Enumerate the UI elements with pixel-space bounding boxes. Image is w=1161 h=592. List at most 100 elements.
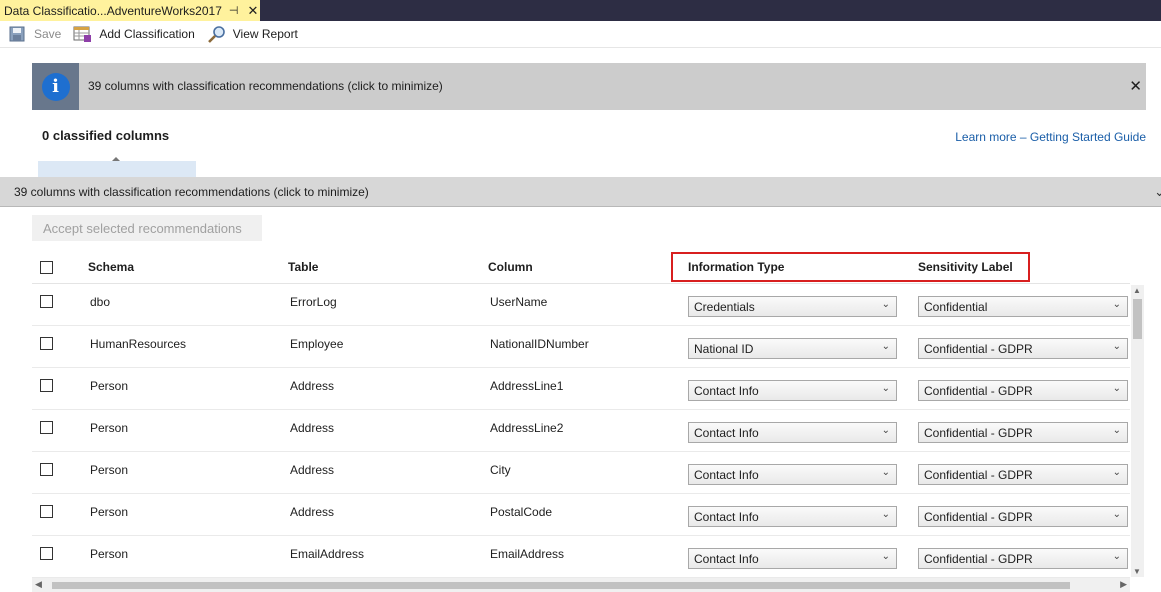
chevron-down-icon: ⌄ [1112,383,1121,394]
pin-icon[interactable]: ⊣ [229,4,239,17]
table-row: Person Address PostalCode Contact Info ⌄ … [32,494,1130,536]
row-checkbox[interactable] [40,337,53,350]
horizontal-scrollbar[interactable]: ◀ ▶ [32,578,1130,592]
document-tab[interactable]: Data Classificatio...AdventureWorks2017 … [0,0,260,21]
table-row: HumanResources Employee NationalIDNumber… [32,326,1130,368]
close-icon[interactable]: ✕ [247,3,258,19]
chevron-down-icon: ⌄ [881,425,890,436]
cell-table: Employee [290,337,344,351]
chevron-down-icon: ⌄ [881,299,890,310]
chevron-down-icon: ⌄ [1112,467,1121,478]
sensitivity-label-dropdown[interactable]: Confidential - GDPR ⌄ [918,464,1128,485]
scroll-up-icon[interactable]: ▲ [1133,286,1141,295]
row-checkbox[interactable] [40,463,53,476]
information-type-dropdown[interactable]: Contact Info ⌄ [688,422,897,443]
sensitivity-label-value: Confidential - GDPR [924,552,1033,566]
information-type-dropdown[interactable]: Credentials ⌄ [688,296,897,317]
table-row: dbo ErrorLog UserName Credentials ⌄ Confi… [32,284,1130,326]
sensitivity-label-value: Confidential - GDPR [924,384,1033,398]
information-type-value: Contact Info [694,552,759,566]
column-header-schema[interactable]: Schema [88,260,134,274]
accept-recommendations-button[interactable]: Accept selected recommendations [32,215,262,241]
cell-schema: Person [90,421,129,435]
scroll-right-icon[interactable]: ▶ [1120,579,1127,590]
scroll-down-icon[interactable]: ▼ [1133,567,1141,576]
magnifier-icon [207,25,225,43]
close-icon[interactable]: ✕ [1129,77,1142,95]
chevron-down-icon: ⌄ [1112,551,1121,562]
chevron-down-icon[interactable]: ⌄ [1154,184,1161,200]
cell-table: ErrorLog [290,295,337,309]
cell-schema: Person [90,505,129,519]
chevron-down-icon: ⌄ [881,341,890,352]
information-type-dropdown[interactable]: National ID ⌄ [688,338,897,359]
add-classification-icon [73,25,92,43]
add-classification-button[interactable]: Add Classification [67,22,200,46]
classified-count: 0 classified columns [42,128,170,143]
cell-table: Address [290,379,335,393]
information-type-dropdown[interactable]: Contact Info ⌄ [688,464,897,485]
vertical-scrollbar[interactable]: ▲ ▼ [1131,285,1144,577]
sensitivity-label-dropdown[interactable]: Confidential - GDPR ⌄ [918,506,1128,527]
info-icon-box: i [32,63,79,110]
vertical-scroll-thumb[interactable] [1133,299,1142,339]
chevron-down-icon: ⌄ [881,509,890,520]
information-type-dropdown[interactable]: Contact Info ⌄ [688,548,897,569]
view-report-label: View Report [232,27,298,41]
cell-schema: Person [90,379,129,393]
information-type-dropdown[interactable]: Contact Info ⌄ [688,506,897,527]
save-button[interactable]: Save [0,22,67,46]
classified-grid-header [38,161,196,177]
column-header-column[interactable]: Column [488,260,533,274]
select-all-checkbox[interactable] [40,261,53,274]
cell-table: Address [290,463,335,477]
cell-schema: HumanResources [90,337,187,351]
add-classification-label: Add Classification [99,27,195,41]
cell-schema: dbo [90,295,111,309]
cell-column: EmailAddress [490,547,565,561]
chevron-down-icon: ⌄ [881,467,890,478]
scroll-left-icon[interactable]: ◀ [35,579,42,590]
chevron-down-icon: ⌄ [1112,341,1121,352]
table-row: Person Address AddressLine2 Contact Info… [32,410,1130,452]
information-type-value: National ID [694,342,754,356]
cell-table: Address [290,421,335,435]
column-header-table[interactable]: Table [288,260,318,274]
sensitivity-label-dropdown[interactable]: Confidential - GDPR ⌄ [918,380,1128,401]
row-checkbox[interactable] [40,421,53,434]
cell-schema: Person [90,463,129,477]
chevron-down-icon: ⌄ [881,383,890,394]
info-icon: i [41,72,70,101]
save-label: Save [34,27,62,41]
cell-table: Address [290,505,335,519]
chevron-down-icon: ⌄ [1112,299,1121,310]
cell-table: EmailAddress [290,547,365,561]
view-report-button[interactable]: View Report [201,22,304,46]
table-row: Person Address City Contact Info ⌄ Confid… [32,452,1130,494]
recommendations-panel-header[interactable]: 39 columns with classification recommend… [0,177,1161,207]
information-type-value: Contact Info [694,384,759,398]
sensitivity-label-dropdown[interactable]: Confidential - GDPR ⌄ [918,548,1128,569]
row-checkbox[interactable] [40,295,53,308]
cell-column: AddressLine2 [490,421,564,435]
sensitivity-label-dropdown[interactable]: Confidential - GDPR ⌄ [918,338,1128,359]
toolbar: Save Add Classification View Report [0,21,1161,48]
chevron-down-icon: ⌄ [1112,425,1121,436]
sensitivity-label-dropdown[interactable]: Confidential - GDPR ⌄ [918,422,1128,443]
recommendations-banner[interactable]: i 39 columns with classification recomme… [32,63,1146,110]
table-row: Person Address AddressLine1 Contact Info… [32,368,1130,410]
information-type-value: Credentials [694,300,755,314]
sort-arrow-icon [112,157,120,161]
horizontal-scroll-thumb[interactable] [52,582,1070,589]
chevron-down-icon: ⌄ [1112,509,1121,520]
sensitivity-label-dropdown[interactable]: Confidential ⌄ [918,296,1128,317]
row-checkbox[interactable] [40,505,53,518]
row-checkbox[interactable] [40,379,53,392]
learn-more-link[interactable]: Learn more – Getting Started Guide [955,130,1146,144]
information-type-value: Contact Info [694,510,759,524]
cell-column: UserName [490,295,548,309]
information-type-dropdown[interactable]: Contact Info ⌄ [688,380,897,401]
cell-column: AddressLine1 [490,379,564,393]
information-type-value: Contact Info [694,426,759,440]
row-checkbox[interactable] [40,547,53,560]
